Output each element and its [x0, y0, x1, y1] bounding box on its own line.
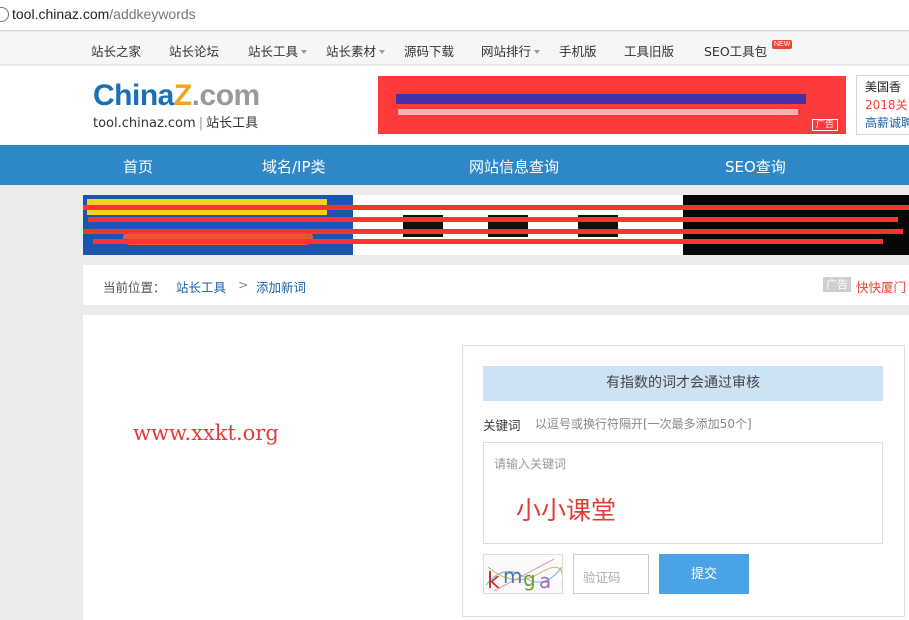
submit-button[interactable]: 提交: [659, 554, 749, 594]
breadcrumb: 当前位置： 站长工具 > 添加新词 广告 快快厦门: [83, 265, 909, 305]
chevron-down-icon: [534, 50, 541, 54]
add-keyword-form: 有指数的词才会通过审核 关键词 以逗号或换行符隔开[一次最多添加50个] 请输入…: [462, 345, 905, 617]
top-nav-item[interactable]: 站长论坛: [169, 41, 219, 60]
top-nav-item-label: 站长素材: [326, 44, 377, 59]
ad-image: [398, 109, 798, 115]
breadcrumb-separator: >: [238, 277, 249, 292]
side-ad-line: 2018关: [865, 98, 908, 112]
top-nav-item[interactable]: SEO工具包: [704, 41, 767, 60]
top-nav-item[interactable]: 工具旧版: [624, 41, 674, 60]
top-nav-item[interactable]: 网站排行: [481, 41, 541, 60]
top-nav-item[interactable]: 手机版: [559, 41, 597, 60]
side-ad-line: 美国香: [865, 80, 902, 94]
captcha-input[interactable]: 验证码: [573, 554, 649, 594]
ad-strip[interactable]: [83, 195, 909, 255]
main-nav-site-info[interactable]: 网站信息查询: [469, 156, 559, 177]
redaction-mark: [88, 217, 898, 222]
address-bar[interactable]: tool.chinaz.com/addkeywords: [0, 0, 909, 31]
ad-image: [396, 94, 806, 104]
logo-domain: tool.chinaz.com: [93, 116, 196, 131]
main-nav-seo[interactable]: SEO查询: [725, 156, 786, 177]
text-ad-link[interactable]: 快快厦门: [856, 277, 906, 296]
top-nav-item[interactable]: 站长之家: [91, 41, 141, 60]
breadcrumb-link-tools[interactable]: 站长工具: [176, 277, 226, 296]
chevron-down-icon: [379, 50, 386, 54]
url-path: /addkeywords: [109, 6, 196, 22]
main-nav-domain-ip[interactable]: 域名/IP类: [262, 156, 326, 177]
globe-icon: [0, 7, 9, 22]
redaction-mark: [83, 229, 903, 234]
top-nav: 站长之家 站长论坛 站长工具 站长素材 源码下载 网站排行 手机版 工具旧版 S…: [0, 32, 909, 65]
captcha-image[interactable]: k m g a: [483, 554, 563, 594]
site-logo[interactable]: ChinaZ.com tool.chinaz.com | 站长工具: [93, 80, 260, 132]
logo-part: China: [93, 79, 174, 112]
logo-wordmark: ChinaZ.com: [93, 80, 260, 112]
side-ad[interactable]: 美国香 2018关 高薪诚聘: [856, 75, 909, 135]
top-nav-item-label: 站长工具: [248, 44, 299, 59]
ad-tag: 广告: [811, 119, 838, 131]
keyword-label: 关键词: [483, 418, 521, 433]
breadcrumb-link-add-keyword[interactable]: 添加新词: [256, 277, 306, 296]
handwritten-annotation: 小小课堂: [516, 496, 617, 525]
new-badge: NEW: [772, 40, 793, 49]
url-text[interactable]: tool.chinaz.com/addkeywords: [12, 6, 196, 22]
top-nav-item[interactable]: 源码下载: [404, 41, 454, 60]
captcha-char: g: [523, 567, 536, 591]
main-nav: 首页 域名/IP类 网站信息查询 SEO查询: [0, 145, 909, 185]
redaction-mark: [83, 205, 909, 210]
top-nav-item-label: 网站排行: [481, 44, 532, 59]
captcha-char: k: [487, 569, 500, 594]
redaction-mark: [93, 239, 883, 244]
keyword-placeholder: 请输入关键词: [494, 457, 567, 471]
ad-tag: 广告: [823, 277, 851, 292]
url-host: tool.chinaz.com: [12, 6, 110, 22]
ad-image: [83, 195, 353, 255]
logo-part: Z: [173, 79, 192, 112]
breadcrumb-label: 当前位置：: [103, 280, 166, 295]
site-header: ChinaZ.com tool.chinaz.com | 站长工具 广告 美国香 2…: [0, 66, 909, 145]
captcha-char: a: [539, 569, 551, 593]
side-ad-line: 高薪诚聘: [865, 116, 909, 130]
logo-part: .com: [191, 79, 261, 112]
watermark-text: www.xxkt.org: [133, 421, 279, 445]
captcha-char: m: [503, 564, 522, 588]
top-nav-item[interactable]: 站长素材: [326, 41, 386, 60]
keyword-hint: 以逗号或换行符隔开[一次最多添加50个]: [535, 417, 752, 431]
keyword-textarea[interactable]: 请输入关键词 小小课堂: [483, 442, 883, 544]
notice-banner: 有指数的词才会通过审核: [483, 366, 883, 401]
chevron-down-icon: [301, 50, 308, 54]
main-nav-home[interactable]: 首页: [123, 156, 153, 177]
ad-banner[interactable]: 广告: [378, 76, 846, 134]
logo-tagline: 站长工具: [206, 116, 259, 131]
main-content: www.xxkt.org 有指数的词才会通过审核 关键词 以逗号或换行符隔开[一…: [83, 315, 909, 620]
logo-subtitle: tool.chinaz.com | 站长工具: [93, 116, 259, 131]
top-nav-item[interactable]: 站长工具: [248, 41, 308, 60]
ad-image: [683, 195, 909, 255]
